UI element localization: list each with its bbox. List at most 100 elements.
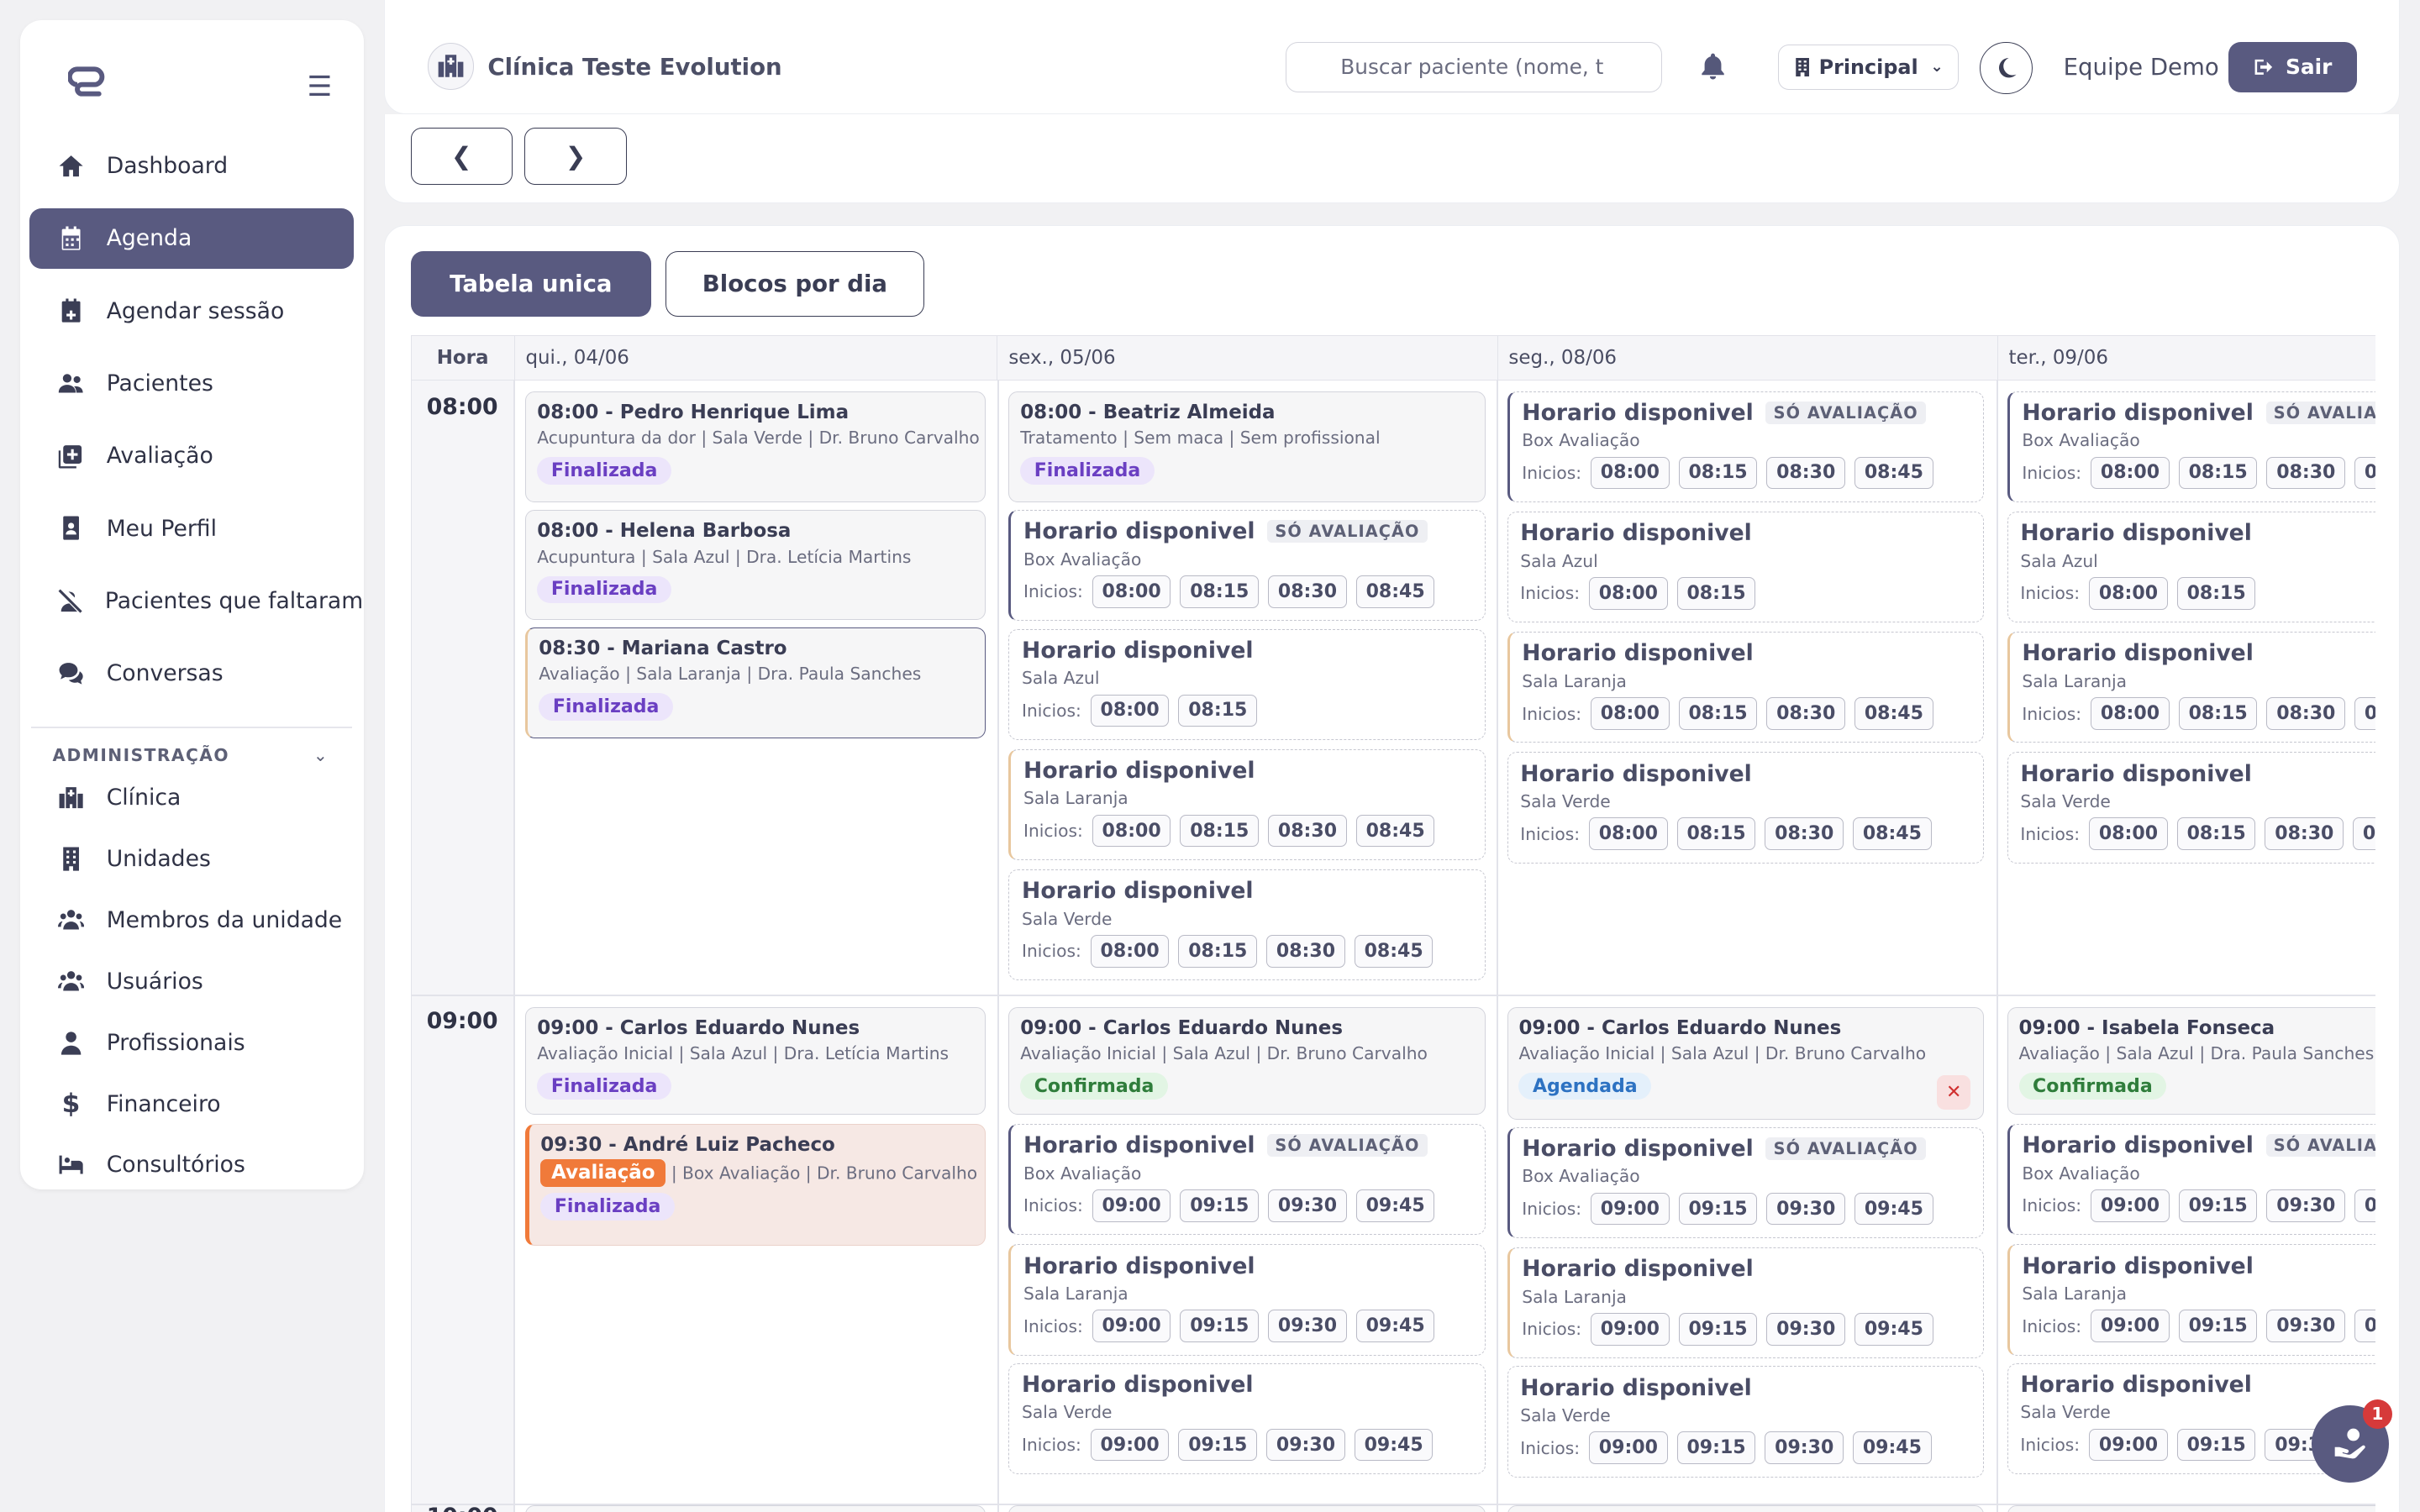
start-time-button[interactable]: 09:15 xyxy=(1678,1192,1758,1226)
sidebar-item-clinica[interactable]: Clínica xyxy=(29,773,354,822)
start-time-button[interactable]: 09:00 xyxy=(2091,1189,2170,1222)
start-time-button[interactable]: 09:30 xyxy=(1268,1310,1347,1342)
start-time-button[interactable]: 08:15 xyxy=(1180,814,1260,848)
patient-search-input[interactable] xyxy=(1285,41,1663,93)
start-time-button[interactable]: 09:00 xyxy=(1591,1313,1670,1346)
start-time-button[interactable]: 09:15 xyxy=(1676,1431,1756,1465)
start-time-button[interactable]: 08:45 xyxy=(1354,935,1434,968)
start-time-button[interactable]: 08:30 xyxy=(1268,814,1347,848)
appointment-card[interactable] xyxy=(525,1504,986,1512)
start-time-button[interactable]: 08:15 xyxy=(2176,576,2256,610)
start-time-button[interactable]: 08:30 xyxy=(2266,456,2346,490)
start-time-button[interactable]: 09:15 xyxy=(2178,1189,2258,1222)
start-time-button[interactable]: 09:15 xyxy=(1178,1428,1258,1462)
next-week-button[interactable]: ❯ xyxy=(524,128,627,186)
available-slot[interactable]: Horario disponivel Sala Laranja Inicios:… xyxy=(2007,1244,2375,1356)
start-time-button[interactable]: 08:00 xyxy=(1092,575,1171,608)
appointment-card[interactable]: 08:00 - Pedro Henrique Lima Acupuntura d… xyxy=(525,391,986,502)
bell-icon[interactable] xyxy=(1699,52,1727,80)
start-time-button[interactable]: 08:15 xyxy=(1178,935,1258,968)
available-slot[interactable]: Horario disponivel SÓ AVALIAÇÃO Box Avali… xyxy=(2007,391,2375,502)
appointment-card[interactable] xyxy=(1507,1504,1985,1512)
start-time-button[interactable]: 08:15 xyxy=(2178,456,2258,490)
start-time-button[interactable]: 08:45 xyxy=(2354,697,2375,730)
start-time-button[interactable]: 09:15 xyxy=(1678,1313,1758,1346)
start-time-button[interactable]: 09:15 xyxy=(1180,1310,1260,1342)
start-time-button[interactable]: 08:30 xyxy=(1765,817,1844,851)
start-time-button[interactable]: 09:00 xyxy=(2089,1428,2168,1462)
start-time-button[interactable]: 09:45 xyxy=(2354,1189,2375,1222)
available-slot[interactable]: Horario disponivel SÓ AVALIAÇÃO Box Avali… xyxy=(1008,510,1486,622)
view-table-button[interactable]: Tabela unica xyxy=(410,251,652,317)
available-slot[interactable]: Horario disponivel Sala Azul Inicios: 08:… xyxy=(2007,511,2375,623)
start-time-button[interactable]: 09:00 xyxy=(1591,1192,1670,1226)
appointment-card[interactable]: 09:00 - Carlos Eduardo Nunes Avaliação I… xyxy=(1507,1006,1985,1120)
start-time-button[interactable]: 08:00 xyxy=(1591,456,1670,490)
start-time-button[interactable]: 08:45 xyxy=(1355,575,1435,608)
sidebar-item-agenda[interactable]: Agenda xyxy=(29,207,354,269)
cancel-appointment-button[interactable]: ✕ xyxy=(1937,1075,1971,1110)
view-blocks-button[interactable]: Blocos por dia xyxy=(665,251,925,317)
start-time-button[interactable]: 08:30 xyxy=(2266,697,2346,730)
start-time-button[interactable]: 08:00 xyxy=(1090,935,1170,968)
sidebar-item-agendar-sessao[interactable]: Agendar sessão xyxy=(29,281,354,341)
sidebar-item-profissionais[interactable]: Profissionais xyxy=(29,1018,354,1068)
available-slot[interactable]: Horario disponivel Sala Verde Inicios: 08… xyxy=(1008,869,1486,981)
start-time-button[interactable]: 09:30 xyxy=(2266,1189,2346,1222)
start-time-button[interactable]: 08:00 xyxy=(1591,697,1670,730)
start-time-button[interactable]: 09:30 xyxy=(1266,1428,1345,1462)
start-time-button[interactable]: 09:00 xyxy=(1092,1310,1171,1342)
available-slot[interactable]: Horario disponivel SÓ AVALIAÇÃO Box Avali… xyxy=(2007,1124,2375,1236)
start-time-button[interactable]: 09:45 xyxy=(1853,1431,1932,1465)
start-time-button[interactable]: 08:30 xyxy=(1266,935,1345,968)
start-time-button[interactable]: 09:00 xyxy=(2091,1310,2170,1342)
start-time-button[interactable]: 09:30 xyxy=(1766,1313,1846,1346)
start-time-button[interactable]: 08:00 xyxy=(1092,814,1171,848)
available-slot[interactable]: Horario disponivel Sala Laranja Inicios:… xyxy=(1008,748,1486,861)
available-slot[interactable]: Horario disponivel Sala Laranja Inicios:… xyxy=(1507,1247,1985,1359)
logout-button[interactable]: Sair xyxy=(2228,41,2357,93)
sidebar-item-consultorios[interactable]: Consultórios xyxy=(29,1141,354,1189)
start-time-button[interactable]: 08:30 xyxy=(1766,456,1846,490)
chevron-down-icon[interactable]: ⌄ xyxy=(313,745,328,765)
appointment-card[interactable]: 08:30 - Mariana Castro Avaliação | Sala … xyxy=(525,627,986,738)
start-time-button[interactable]: 08:00 xyxy=(1589,576,1668,610)
sidebar-item-avaliacao[interactable]: Avaliação xyxy=(29,426,354,486)
start-time-button[interactable]: 08:00 xyxy=(2089,576,2168,610)
start-time-button[interactable]: 09:45 xyxy=(1854,1313,1933,1346)
available-slot[interactable]: Horario disponivel Sala Verde Inicios: 08… xyxy=(1507,752,1985,864)
start-time-button[interactable]: 09:45 xyxy=(2354,1310,2375,1342)
sidebar-item-dashboard[interactable]: Dashboard xyxy=(29,136,354,197)
start-time-button[interactable]: 08:45 xyxy=(2353,817,2375,851)
start-time-button[interactable]: 08:15 xyxy=(1676,817,1756,851)
available-slot[interactable]: Horario disponivel Sala Verde Inicios: 09… xyxy=(1008,1362,1486,1475)
available-slot[interactable]: Horario disponivel SÓ AVALIAÇÃO Box Avali… xyxy=(1507,1126,1985,1239)
appointment-card[interactable]: 09:00 - Isabela Fonseca Avaliação | Sala… xyxy=(2007,1006,2375,1116)
start-time-button[interactable]: 09:30 xyxy=(1268,1189,1347,1222)
start-time-button[interactable]: 09:15 xyxy=(2178,1310,2258,1342)
available-slot[interactable]: Horario disponivel Sala Verde Inicios: 08… xyxy=(2007,752,2375,864)
start-time-button[interactable]: 08:00 xyxy=(2091,456,2170,490)
start-time-button[interactable]: 09:15 xyxy=(2176,1428,2256,1462)
start-time-button[interactable]: 08:00 xyxy=(2091,697,2170,730)
start-time-button[interactable]: 08:15 xyxy=(2176,817,2256,851)
available-slot[interactable]: Horario disponivel Sala Azul Inicios: 08:… xyxy=(1507,511,1985,623)
appointment-card[interactable]: 08:00 - Helena Barbosa Acupuntura | Sala… xyxy=(525,510,986,620)
appointment-card[interactable] xyxy=(1008,1504,1486,1512)
start-time-button[interactable]: 08:45 xyxy=(2354,456,2375,490)
start-time-button[interactable]: 09:00 xyxy=(1090,1428,1170,1462)
sidebar-item-pacientes-faltaram[interactable]: Pacientes que faltaram xyxy=(29,571,363,632)
start-time-button[interactable]: 08:15 xyxy=(2178,697,2258,730)
start-time-button[interactable]: 09:45 xyxy=(1354,1428,1434,1462)
start-time-button[interactable]: 08:45 xyxy=(1355,814,1435,848)
available-slot[interactable]: Horario disponivel Sala Laranja Inicios:… xyxy=(1008,1244,1486,1356)
start-time-button[interactable]: 08:45 xyxy=(1853,817,1932,851)
start-time-button[interactable]: 09:30 xyxy=(1766,1192,1846,1226)
appointment-card[interactable]: 09:00 - Carlos Eduardo Nunes Avaliação I… xyxy=(1008,1006,1486,1116)
appointment-card[interactable]: 08:00 - Beatriz Almeida Tratamento | Sem… xyxy=(1008,391,1486,502)
appointment-card[interactable]: 09:00 - Carlos Eduardo Nunes Avaliação I… xyxy=(525,1006,986,1116)
sidebar-item-unidades[interactable]: Unidades xyxy=(29,834,354,884)
available-slot[interactable]: Horario disponivel Sala Laranja Inicios:… xyxy=(1507,632,1985,743)
available-slot[interactable]: Horario disponivel SÓ AVALIAÇÃO Box Avali… xyxy=(1008,1124,1486,1236)
start-time-button[interactable]: 09:15 xyxy=(1180,1189,1260,1222)
